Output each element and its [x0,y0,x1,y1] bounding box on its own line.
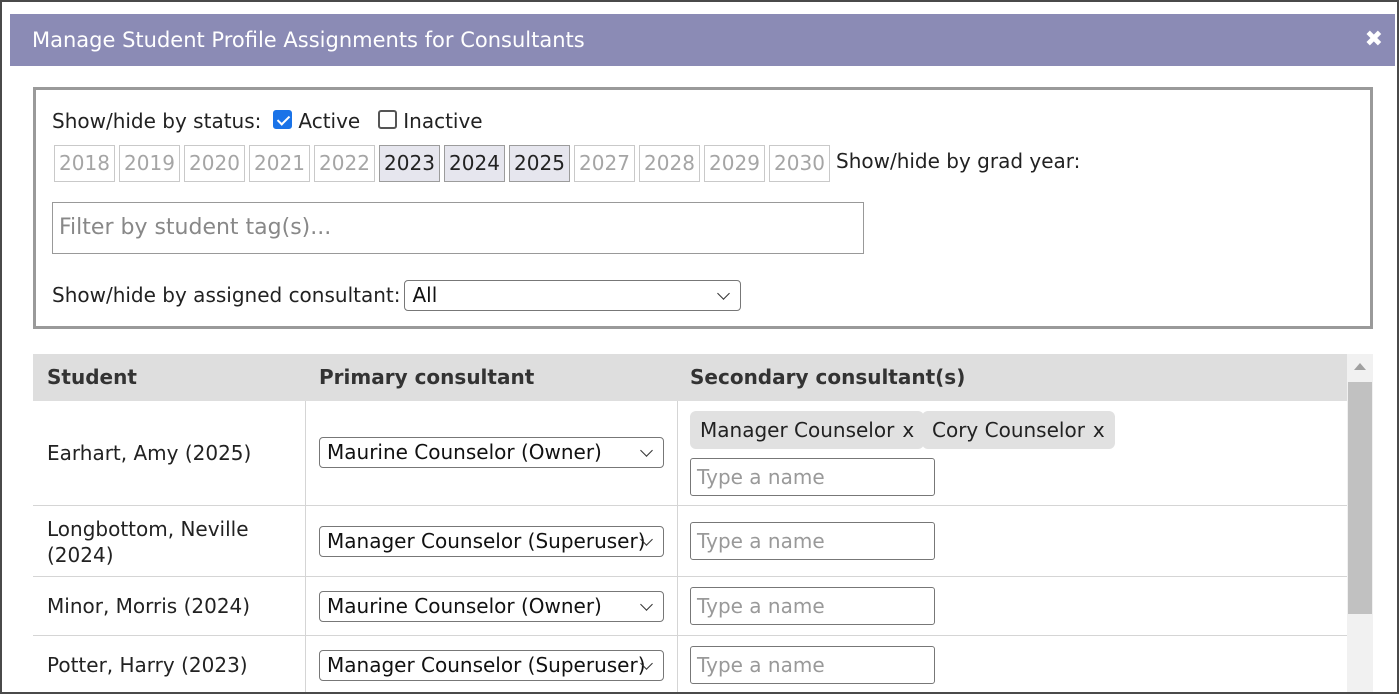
inactive-label: Inactive [403,109,483,133]
scrollbar-thumb[interactable] [1348,382,1372,614]
secondary-consultant-input[interactable]: Type a name [690,522,935,560]
consultant-filter: Show/hide by assigned consultant: All [52,279,742,311]
active-label: Active [298,109,361,133]
chip-label: Manager Counselor [700,418,895,442]
primary-consultant-select[interactable]: Manager Counselor (Superuser) [319,650,664,681]
chevron-down-icon [640,598,653,611]
primary-consultant-select[interactable]: Manager Counselor (Superuser) [319,526,664,557]
dialog-titlebar: Manage Student Profile Assignments for C… [10,14,1395,66]
assignments-dialog: Manage Student Profile Assignments for C… [0,0,1399,694]
secondary-consultant-input[interactable]: Type a name [690,646,935,684]
grad-year-toggles: 2018 2019 2020 2021 2022 2023 2024 2025 … [54,145,834,182]
primary-consultant-value: Manager Counselor (Superuser) [327,529,646,553]
active-checkbox[interactable] [273,109,293,129]
secondary-consultant-chip: Manager Counselor x [690,411,925,449]
table-row: Earhart, Amy (2025) Maurine Counselor (O… [33,401,1347,506]
secondary-consultant-input[interactable]: Type a name [690,587,935,625]
year-toggle-2020[interactable]: 2020 [184,145,245,182]
student-name: Longbottom, Neville (2024) [47,517,249,567]
chip-label: Cory Counselor [932,418,1085,442]
inactive-checkbox[interactable] [378,109,398,129]
student-name: Earhart, Amy (2025) [47,441,252,465]
dialog-title: Manage Student Profile Assignments for C… [32,28,585,52]
year-toggle-2024[interactable]: 2024 [444,145,505,182]
remove-chip-icon[interactable]: x [902,418,914,442]
year-toggle-2028[interactable]: 2028 [639,145,700,182]
year-toggle-2022[interactable]: 2022 [314,145,375,182]
primary-consultant-value: Maurine Counselor (Owner) [327,594,602,618]
close-icon[interactable]: ✖ [1365,14,1383,66]
year-toggle-2029[interactable]: 2029 [704,145,765,182]
table-row: Potter, Harry (2023) Manager Counselor (… [33,636,1347,692]
table-row: Minor, Morris (2024) Maurine Counselor (… [33,577,1347,636]
grad-year-label: Show/hide by grad year: [836,149,1081,173]
year-toggle-2023[interactable]: 2023 [379,145,440,182]
consultant-filter-select[interactable]: All [404,279,742,311]
student-tag-filter-input[interactable]: Filter by student tag(s)... [52,202,864,254]
header-primary-consultant: Primary consultant [319,365,535,389]
secondary-consultant-input[interactable]: Type a name [690,458,935,496]
status-filter-label: Show/hide by status: [52,109,262,133]
chevron-down-icon [640,444,653,457]
remove-chip-icon[interactable]: x [1093,418,1105,442]
year-toggle-2025[interactable]: 2025 [509,145,570,182]
consultant-filter-label: Show/hide by assigned consultant: [52,283,401,307]
primary-consultant-select[interactable]: Maurine Counselor (Owner) [319,437,664,468]
table-header: Student Primary consultant Secondary con… [33,354,1347,401]
student-name: Potter, Harry (2023) [47,653,248,677]
secondary-consultant-chip: Cory Counselor x [922,411,1115,449]
header-secondary-consultants: Secondary consultant(s) [690,365,966,389]
student-name: Minor, Morris (2024) [47,594,251,618]
primary-consultant-value: Manager Counselor (Superuser) [327,653,646,677]
year-toggle-2018[interactable]: 2018 [54,145,115,182]
primary-consultant-select[interactable]: Maurine Counselor (Owner) [319,591,664,622]
primary-consultant-value: Maurine Counselor (Owner) [327,440,602,464]
status-filter: Show/hide by status: Active Inactive [52,106,483,136]
year-toggle-2021[interactable]: 2021 [249,145,310,182]
table-scrollbar[interactable] [1347,354,1373,692]
assignments-table: Student Primary consultant Secondary con… [33,354,1373,692]
table-row: Longbottom, Neville (2024) Manager Couns… [33,506,1347,577]
filter-panel: Show/hide by status: Active Inactive 201… [33,87,1373,329]
header-student: Student [47,365,137,389]
year-toggle-2030[interactable]: 2030 [769,145,830,182]
chevron-down-icon [717,286,731,300]
year-toggle-2019[interactable]: 2019 [119,145,180,182]
consultant-filter-value: All [412,282,438,307]
scroll-up-arrow-icon[interactable] [1354,363,1366,370]
year-toggle-2027[interactable]: 2027 [574,145,635,182]
